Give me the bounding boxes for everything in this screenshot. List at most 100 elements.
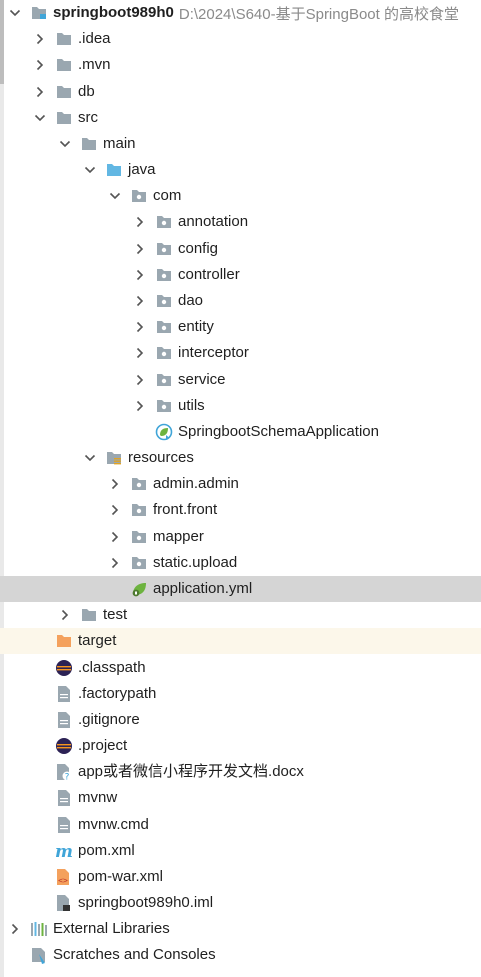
folder-icon [80, 606, 98, 624]
tree-row[interactable]: controller [0, 262, 481, 288]
chevron-right-icon[interactable] [133, 393, 147, 419]
module-folder-icon [30, 4, 48, 22]
tree-row[interactable]: main [0, 131, 481, 157]
tree-item-label: springboot989h0 [53, 4, 174, 21]
svg-text:<>: <> [58, 876, 68, 885]
chevron-right-icon[interactable] [133, 236, 147, 262]
tree-row[interactable]: service [0, 367, 481, 393]
chevron-right-icon[interactable] [33, 26, 47, 52]
chevron-down-icon[interactable] [58, 131, 72, 157]
spring-yml-icon [130, 580, 148, 598]
package-icon [155, 266, 173, 284]
chevron-right-icon[interactable] [33, 52, 47, 78]
tree-item-label: dao [178, 292, 204, 309]
tree-row[interactable]: .mvn [0, 52, 481, 78]
chevron-right-icon[interactable] [133, 340, 147, 366]
tree-item-label: controller [178, 266, 240, 283]
tree-row[interactable]: mvnw.cmd [0, 812, 481, 838]
tree-row[interactable]: front.front [0, 497, 481, 523]
chevron-down-icon[interactable] [83, 445, 97, 471]
tree-row[interactable]: .factorypath [0, 681, 481, 707]
tree-row[interactable]: Scratches and Consoles [0, 942, 481, 968]
tree-row[interactable]: db [0, 79, 481, 105]
tree-row[interactable]: springboot989h0.iml [0, 890, 481, 916]
tree-item-label: .gitignore [78, 711, 140, 728]
tree-row[interactable]: mvnw [0, 785, 481, 811]
tree-item-label: test [103, 606, 128, 623]
chevron-right-icon[interactable] [133, 288, 147, 314]
chevron-right-icon[interactable] [133, 209, 147, 235]
tree-item-label: .classpath [78, 659, 146, 676]
tree-row[interactable]: static.upload [0, 550, 481, 576]
tree-item-label: admin.admin [153, 475, 239, 492]
tree-row[interactable]: interceptor [0, 340, 481, 366]
tree-row[interactable]: mapper [0, 524, 481, 550]
scratches-icon [30, 946, 48, 964]
chevron-placeholder [33, 864, 47, 890]
tree-item-label: .idea [78, 30, 111, 47]
chevron-right-icon[interactable] [8, 916, 22, 942]
tree-row[interactable]: resources [0, 445, 481, 471]
tree-item-label: mvnw [78, 789, 118, 806]
tree-row[interactable]: annotation [0, 209, 481, 235]
chevron-down-icon[interactable] [33, 105, 47, 131]
package-icon [130, 187, 148, 205]
chevron-down-icon[interactable] [8, 0, 22, 26]
chevron-placeholder [33, 785, 47, 811]
chevron-right-icon[interactable] [108, 471, 122, 497]
chevron-right-icon[interactable] [133, 314, 147, 340]
project-tree: springboot989h0 D:\2024\S640-基于SpringBoot… [0, 0, 481, 977]
file-icon [55, 789, 73, 807]
tree-row[interactable]: .idea [0, 26, 481, 52]
tree-row[interactable]: .classpath [0, 655, 481, 681]
tree-row[interactable]: .gitignore [0, 707, 481, 733]
tree-row[interactable]: SpringbootSchemaApplication [0, 419, 481, 445]
chevron-placeholder [33, 655, 47, 681]
svg-text:?: ? [65, 773, 70, 782]
tree-item-label: front.front [153, 501, 218, 518]
file-icon [55, 685, 73, 703]
tree-row[interactable]: entity [0, 314, 481, 340]
chevron-placeholder [33, 890, 47, 916]
tree-row[interactable]: utils [0, 393, 481, 419]
tree-row[interactable]: m pom.xml [0, 838, 481, 864]
package-icon [130, 554, 148, 572]
chevron-down-icon[interactable] [108, 183, 122, 209]
tree-row[interactable]: dao [0, 288, 481, 314]
tree-row[interactable]: java [0, 157, 481, 183]
chevron-right-icon[interactable] [33, 79, 47, 105]
folder-icon [55, 56, 73, 74]
chevron-right-icon[interactable] [58, 602, 72, 628]
package-icon [130, 501, 148, 519]
tree-row[interactable]: ? app或者微信小程序开发文档.docx [0, 759, 481, 785]
chevron-placeholder [8, 942, 22, 968]
package-icon [155, 213, 173, 231]
chevron-right-icon[interactable] [108, 524, 122, 550]
chevron-right-icon[interactable] [133, 367, 147, 393]
project-path: D:\2024\S640-基于SpringBoot 的高校食堂 [178, 5, 459, 23]
tree-item-label: Scratches and Consoles [53, 946, 216, 963]
tree-row[interactable]: application.yml [0, 576, 481, 602]
tree-item-label: app或者微信小程序开发文档.docx [78, 763, 304, 780]
tree-row[interactable]: <> pom-war.xml [0, 864, 481, 890]
chevron-right-icon[interactable] [133, 262, 147, 288]
tree-item-label: mvnw.cmd [78, 816, 149, 833]
chevron-down-icon[interactable] [83, 157, 97, 183]
tree-row[interactable]: springboot989h0 D:\2024\S640-基于SpringBoot… [0, 0, 481, 26]
chevron-right-icon[interactable] [108, 550, 122, 576]
tree-item-label: main [103, 135, 136, 152]
xml-file-icon: <> [55, 868, 73, 886]
tree-row[interactable]: test [0, 602, 481, 628]
tree-item-label: .factorypath [78, 685, 157, 702]
chevron-right-icon[interactable] [108, 497, 122, 523]
package-icon [155, 318, 173, 336]
tree-row[interactable]: admin.admin [0, 471, 481, 497]
tree-row[interactable]: target [0, 628, 481, 654]
tree-row[interactable]: .project [0, 733, 481, 759]
tree-row[interactable]: External Libraries [0, 916, 481, 942]
package-icon [155, 371, 173, 389]
tree-row[interactable]: com [0, 183, 481, 209]
tree-item-label: annotation [178, 213, 249, 230]
tree-row[interactable]: config [0, 236, 481, 262]
tree-row[interactable]: src [0, 105, 481, 131]
